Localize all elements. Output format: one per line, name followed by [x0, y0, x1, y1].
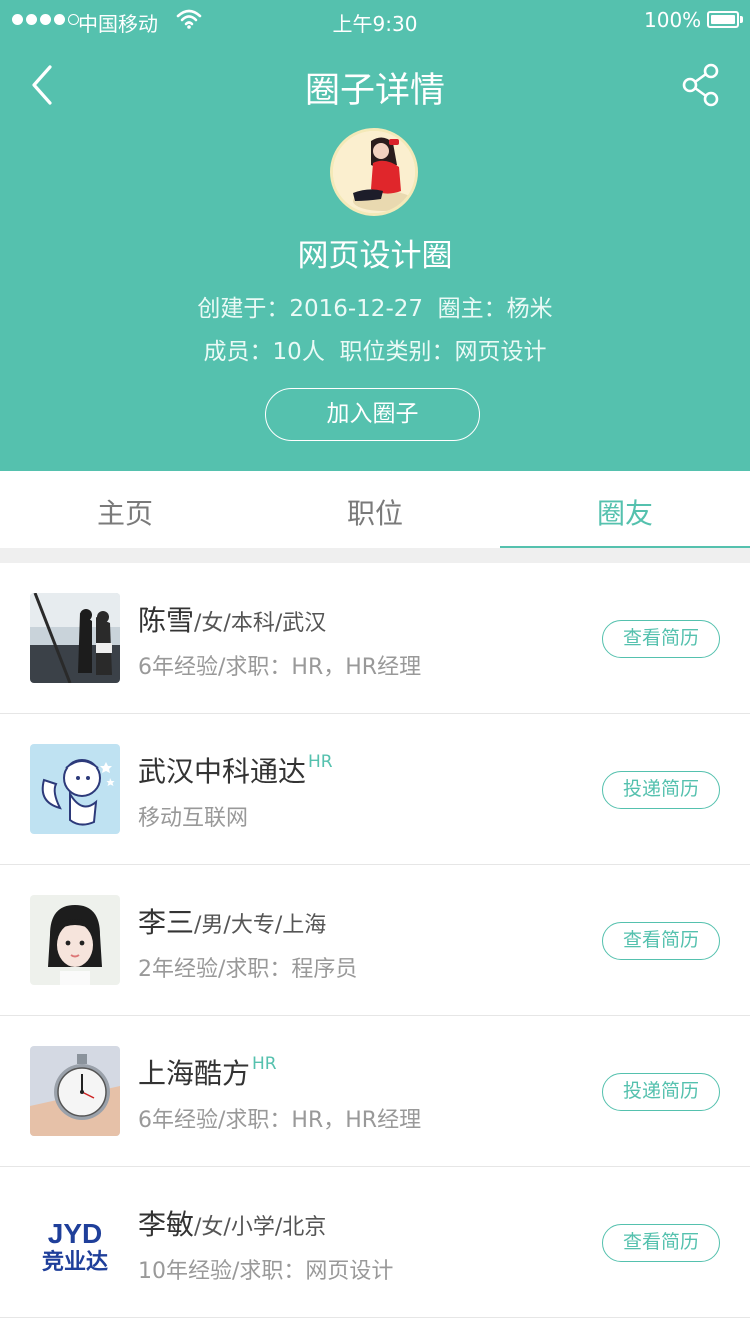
list-item[interactable]: JYD 竞业达 李敏/女/小学/北京 10年经验/求职：网页设计 查看简历: [0, 1167, 750, 1318]
share-icon[interactable]: [680, 62, 722, 108]
send-resume-button[interactable]: 投递简历: [602, 771, 720, 809]
battery-tip: [740, 16, 743, 23]
member-list: 陈雪/女/本科/武汉 6年经验/求职：HR，HR经理 查看简历 武汉中科通达 HR…: [0, 563, 750, 1318]
avatar: [30, 744, 120, 834]
tab-home[interactable]: 主页: [0, 471, 250, 548]
member-name: 陈雪: [138, 604, 195, 637]
company-logo: JYD 竞业达: [30, 1197, 120, 1287]
member-name: 上海酷方: [138, 1057, 251, 1090]
status-time: 上午9:30: [332, 12, 418, 36]
tab-jobs[interactable]: 职位: [250, 471, 500, 548]
page-title: 圈子详情: [304, 71, 445, 111]
members-label: 成员：: [203, 339, 273, 365]
member-subtitle: 10年经验/求职：网页设计: [138, 1259, 394, 1284]
member-subtitle: 移动互联网: [138, 806, 249, 831]
view-resume-button[interactable]: 查看简历: [602, 922, 720, 960]
members-count: 10人: [272, 339, 325, 365]
member-name: 武汉中科通达: [138, 755, 307, 788]
circle-info-line-1: 创建于：2016-12-27 圈主：杨米: [0, 289, 750, 323]
hr-badge: HR: [308, 752, 333, 772]
view-resume-button[interactable]: 查看简历: [602, 1224, 720, 1262]
member-meta: /男/大专/上海: [194, 913, 327, 938]
tab-bar: 主页 职位 圈友: [0, 471, 750, 548]
member-name: 李敏: [138, 1208, 195, 1241]
circle-avatar: [330, 128, 418, 216]
join-circle-button[interactable]: 加入圈子: [265, 388, 480, 441]
view-resume-button[interactable]: 查看简历: [602, 620, 720, 658]
category-value: 网页设计: [454, 339, 547, 365]
battery-percent: 100%: [644, 8, 702, 32]
member-subtitle: 6年经验/求职：HR，HR经理: [138, 1108, 422, 1133]
member-meta: /女/小学/北京: [194, 1215, 327, 1240]
list-item[interactable]: 武汉中科通达 HR 移动互联网 投递简历: [0, 714, 750, 865]
member-subtitle: 2年经验/求职：程序员: [138, 957, 358, 982]
circle-name: 网页设计圈: [297, 238, 453, 274]
member-subtitle: 6年经验/求职：HR，HR经理: [138, 655, 422, 680]
member-meta: /女/本科/武汉: [194, 611, 327, 636]
member-title: 陈雪/女/本科/武汉: [138, 599, 326, 639]
avatar: [30, 1046, 120, 1136]
status-bar: 中国移动 上午9:30 100%: [0, 0, 750, 40]
circle-info-line-2: 成员：10人 职位类别：网页设计: [0, 332, 750, 366]
owner-label: 圈主：: [437, 296, 507, 322]
list-item[interactable]: 李三/男/大专/上海 2年经验/求职：程序员 查看简历: [0, 865, 750, 1016]
svg-text:JYD: JYD: [48, 1218, 102, 1249]
svg-text:竞业达: 竞业达: [42, 1249, 108, 1275]
list-item[interactable]: 上海酷方 HR 6年经验/求职：HR，HR经理 投递简历: [0, 1016, 750, 1167]
section-divider: [0, 548, 750, 563]
category-label: 职位类别：: [339, 339, 455, 365]
avatar-illustration: [333, 131, 415, 213]
avatar: [30, 593, 120, 683]
member-title: 李三/男/大专/上海: [138, 901, 326, 941]
send-resume-button[interactable]: 投递简历: [602, 1073, 720, 1111]
tab-friends[interactable]: 圈友: [500, 471, 750, 548]
owner-name: 杨米: [506, 296, 553, 322]
member-title: 武汉中科通达 HR: [138, 750, 333, 790]
battery-icon: [707, 11, 739, 28]
created-date: 2016-12-27: [289, 296, 424, 322]
list-item[interactable]: 陈雪/女/本科/武汉 6年经验/求职：HR，HR经理 查看简历: [0, 563, 750, 714]
circle-header: 中国移动 上午9:30 100% 圈子详情 网页设计圈 创建于：2016-12-…: [0, 0, 750, 471]
member-title: 李敏/女/小学/北京: [138, 1203, 326, 1243]
avatar: [30, 895, 120, 985]
member-name: 李三: [138, 906, 195, 939]
member-title: 上海酷方 HR: [138, 1052, 277, 1092]
created-label: 创建于：: [197, 296, 290, 322]
hr-badge: HR: [252, 1054, 277, 1074]
